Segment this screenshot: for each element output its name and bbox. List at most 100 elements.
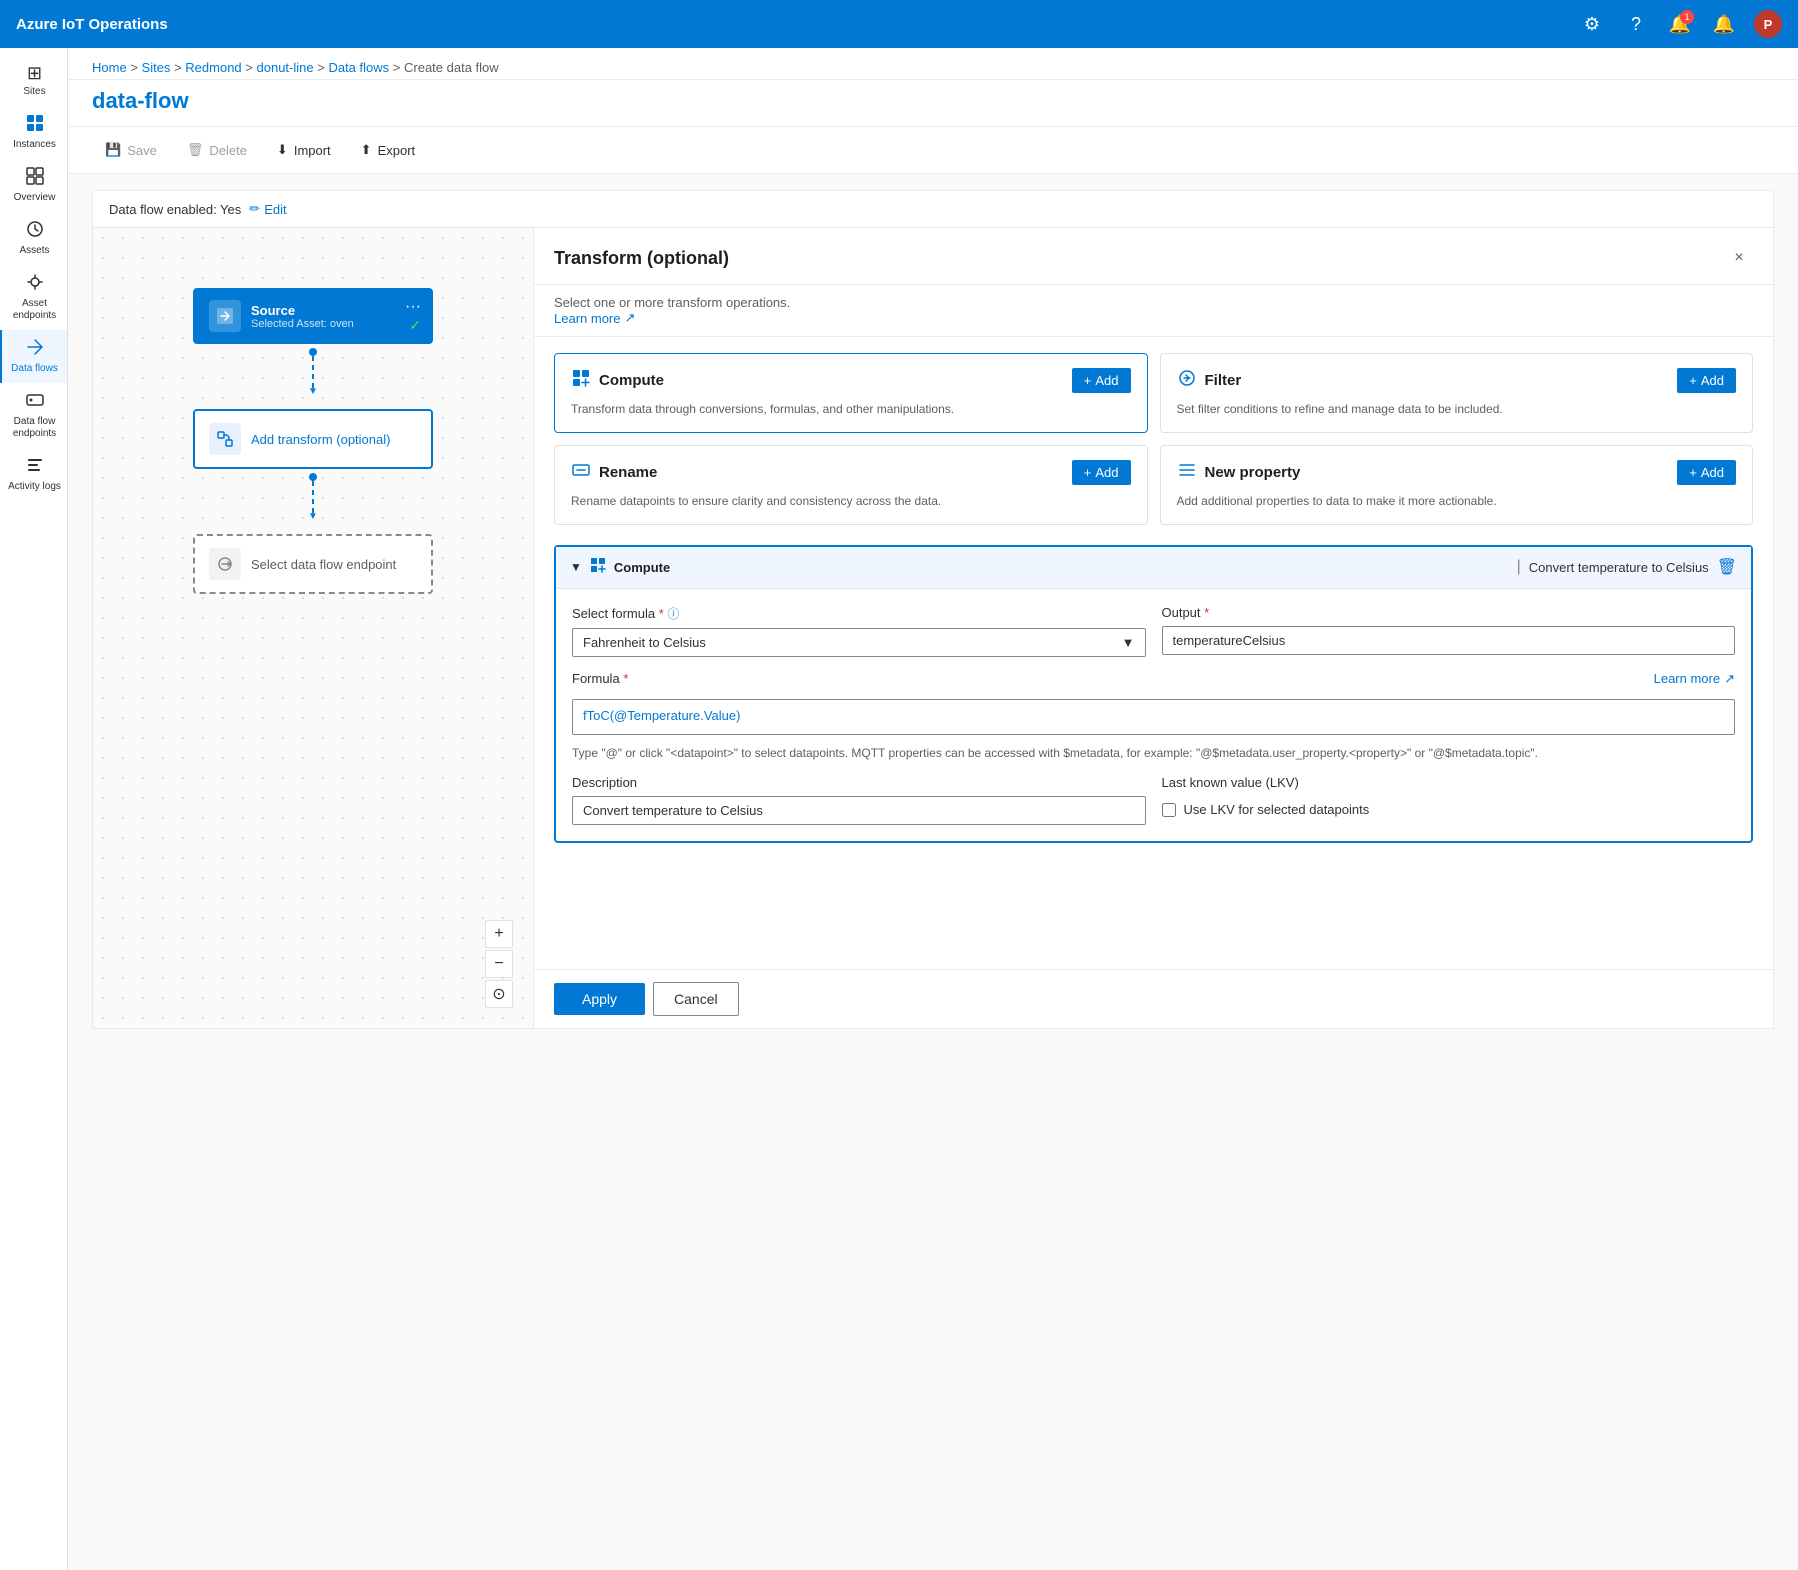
lkv-label: Last known value (LKV)	[1162, 775, 1736, 790]
compute-add-button[interactable]: + Add	[1072, 368, 1131, 393]
filter-card-title-row: Filter	[1177, 368, 1242, 393]
description-input[interactable]	[572, 796, 1146, 825]
sidebar-item-instances[interactable]: Instances	[0, 106, 67, 159]
sites-icon: ⊞	[27, 64, 42, 82]
compute-add-plus: +	[1084, 373, 1092, 388]
sidebar-item-activity-logs[interactable]: Activity logs	[0, 448, 67, 501]
sidebar-item-data-flows[interactable]: Data flows	[0, 330, 67, 383]
formula-select-dropdown[interactable]: Fahrenheit to Celsius ▼	[572, 628, 1146, 657]
output-input[interactable]	[1162, 626, 1736, 655]
main-content: Data flow enabled: Yes ✏ Edit	[68, 174, 1798, 1570]
breadcrumb-data-flows[interactable]: Data flows	[328, 60, 389, 75]
edit-label: Edit	[264, 202, 286, 217]
formula-select-value: Fahrenheit to Celsius	[583, 635, 706, 650]
sidebar-label-asset-endpoints: Asset endpoints	[6, 298, 63, 322]
breadcrumb-home[interactable]: Home	[92, 60, 127, 75]
save-button[interactable]: 💾 Save	[92, 135, 170, 165]
formula-field-label: Formula *	[572, 671, 628, 686]
formula-external-icon: ↗	[1724, 671, 1735, 687]
overview-icon	[26, 167, 44, 188]
rename-card-title: Rename	[599, 464, 657, 481]
nav-icons: ⚙ ? 🔔 1 🔔 P	[1578, 10, 1782, 38]
zoom-out-button[interactable]: −	[485, 950, 513, 978]
breadcrumb-redmond[interactable]: Redmond	[185, 60, 241, 75]
external-link-icon: ↗	[624, 310, 635, 326]
new-property-card-title: New property	[1205, 464, 1301, 481]
lkv-checkbox[interactable]	[1162, 803, 1176, 817]
breadcrumb-donut-line[interactable]: donut-line	[257, 60, 314, 75]
source-node-more[interactable]: ···	[405, 298, 421, 316]
sidebar-item-overview[interactable]: Overview	[0, 159, 67, 212]
new-property-card-title-row: New property	[1177, 460, 1301, 485]
new-property-add-plus: +	[1689, 465, 1697, 480]
formula-input[interactable]: fToC(@Temperature.Value)	[572, 699, 1735, 735]
apply-button[interactable]: Apply	[554, 983, 645, 1015]
connector-line-2	[312, 481, 314, 513]
canvas-wrapper: Source Selected Asset: oven ··· ✓ ▼	[92, 228, 1774, 1029]
learn-more-text: Learn more	[554, 311, 620, 326]
save-label: Save	[127, 143, 157, 158]
new-property-add-button[interactable]: + Add	[1677, 460, 1736, 485]
user-avatar[interactable]: P	[1754, 10, 1782, 38]
edit-icon: ✏	[249, 201, 260, 217]
sidebar: ⊞ Sites Instances Overview Assets Asse	[0, 48, 68, 1570]
export-label: Export	[378, 143, 416, 158]
rename-add-button[interactable]: + Add	[1072, 460, 1131, 485]
breadcrumb-sites[interactable]: Sites	[142, 60, 171, 75]
alert-icon[interactable]: 🔔	[1710, 10, 1738, 38]
formula-value: fToC(@Temperature.Value)	[583, 708, 740, 723]
compute-card-title-row: Compute	[571, 368, 664, 393]
endpoint-node[interactable]: Select data flow endpoint	[193, 534, 433, 594]
sidebar-item-data-flow-endpoints[interactable]: Data flow endpoints	[0, 383, 67, 448]
edit-link[interactable]: ✏ Edit	[249, 201, 286, 217]
source-node-subtitle: Selected Asset: oven	[251, 318, 354, 330]
rename-card-icon	[571, 460, 591, 485]
sidebar-item-assets[interactable]: Assets	[0, 212, 67, 265]
lkv-checkbox-row: Use LKV for selected datapoints	[1162, 802, 1736, 817]
source-node-text: Source Selected Asset: oven	[251, 303, 354, 330]
panel-header: Transform (optional) ×	[534, 228, 1773, 285]
formula-learn-more-link[interactable]: Learn more ↗	[1654, 671, 1735, 687]
import-button[interactable]: ⬇ Import	[264, 135, 344, 165]
page-header: data-flow	[68, 80, 1798, 127]
formula-select-label: Select formula * ⓘ	[572, 605, 1146, 622]
compute-section: ▼ Compute | Convert temperature to Celsi…	[554, 545, 1753, 844]
filter-card-desc: Set filter conditions to refine and mana…	[1177, 401, 1737, 418]
panel-close-button[interactable]: ×	[1725, 244, 1753, 272]
save-icon: 💾	[105, 142, 121, 158]
sidebar-label-overview: Overview	[14, 192, 56, 204]
cancel-button[interactable]: Cancel	[653, 982, 739, 1016]
compute-card-desc: Transform data through conversions, form…	[571, 401, 1131, 418]
zoom-reset-button[interactable]: ⊙	[485, 980, 513, 1008]
sidebar-item-sites[interactable]: ⊞ Sites	[0, 56, 67, 106]
panel-learn-more-link[interactable]: Learn more ↗	[554, 310, 1753, 326]
source-node-title: Source	[251, 303, 354, 318]
instances-icon	[26, 114, 44, 135]
import-label: Import	[294, 143, 331, 158]
delete-label: Delete	[209, 143, 247, 158]
formula-hint: Type "@" or click "<datapoint>" to selec…	[572, 745, 1735, 762]
delete-button[interactable]: 🗑 Delete	[174, 135, 260, 165]
formula-info-icon[interactable]: ⓘ	[667, 607, 679, 621]
formula-required: *	[659, 606, 664, 621]
notification-icon[interactable]: 🔔 1	[1666, 10, 1694, 38]
transform-node[interactable]: Add transform (optional)	[193, 409, 433, 469]
breadcrumb: Home > Sites > Redmond > donut-line > Da…	[68, 48, 1798, 80]
compute-collapse-button[interactable]: ▼	[570, 560, 582, 574]
panel-body[interactable]: Compute + Add Transform data through con…	[534, 337, 1773, 969]
output-required: *	[1204, 605, 1209, 620]
help-icon[interactable]: ?	[1622, 10, 1650, 38]
compute-delete-button[interactable]: 🗑	[1717, 557, 1737, 577]
sidebar-item-asset-endpoints[interactable]: Asset endpoints	[0, 265, 67, 330]
breadcrumb-current: Create data flow	[404, 60, 499, 75]
compute-section-header: ▼ Compute | Convert temperature to Celsi…	[556, 547, 1751, 589]
zoom-in-button[interactable]: +	[485, 920, 513, 948]
formula-learn-more-text: Learn more	[1654, 671, 1720, 686]
toolbar: 💾 Save 🗑 Delete ⬇ Import ⬆ Export	[68, 127, 1798, 174]
settings-icon[interactable]: ⚙	[1578, 10, 1606, 38]
source-node[interactable]: Source Selected Asset: oven ··· ✓	[193, 288, 433, 344]
notification-badge: 1	[1680, 10, 1694, 24]
export-button[interactable]: ⬆ Export	[348, 135, 428, 165]
filter-add-button[interactable]: + Add	[1677, 368, 1736, 393]
output-group: Output *	[1162, 605, 1736, 657]
